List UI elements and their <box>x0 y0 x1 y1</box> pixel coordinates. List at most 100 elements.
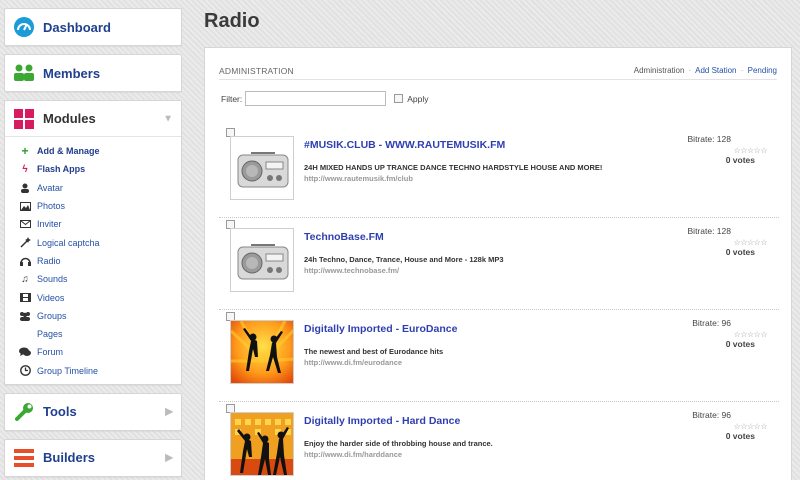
panel-header: ADMINISTRATION Administration · Add Stat… <box>219 62 777 80</box>
sidebar-item-sounds[interactable]: ♫ Sounds <box>5 270 181 288</box>
add-station-link[interactable]: Add Station <box>695 66 736 75</box>
sidebar-item-radio[interactable]: Radio <box>5 252 181 270</box>
builders-label: Builders <box>43 450 96 466</box>
tools-label: Tools <box>43 404 77 420</box>
radio-icon <box>237 244 289 280</box>
station-row: Digitally Imported - EuroDance The newes… <box>219 310 779 402</box>
photo-icon <box>19 200 31 212</box>
modules-label: Modules <box>43 111 96 126</box>
station-name-link[interactable]: TechnoBase.FM <box>304 231 384 243</box>
sidebar-modules: Modules ▼ + Add & Manage ϟ Flash Apps Avat… <box>4 100 182 385</box>
administration-text: Administration <box>633 66 685 75</box>
sidebar-item-groups[interactable]: Groups <box>5 307 181 325</box>
sidebar-item-add-manage[interactable]: + Add & Manage <box>5 142 181 160</box>
sidebar-item-flash-apps[interactable]: ϟ Flash Apps <box>5 160 181 178</box>
separator: · <box>740 66 744 75</box>
administration-label: ADMINISTRATION <box>219 65 294 76</box>
station-url: http://www.di.fm/eurodance <box>304 358 403 367</box>
chevron-right-icon: ▶ <box>165 452 173 464</box>
station-thumbnail[interactable] <box>230 228 294 292</box>
wrench-icon <box>13 401 35 423</box>
station-bitrate: Bitrate: 128 <box>687 226 731 236</box>
station-votes: 0 votes <box>725 339 755 349</box>
sidebar: Dashboard Members Modules ▼ + Add & Manag… <box>4 8 182 480</box>
sidebar-item-logical-captcha[interactable]: Logical captcha <box>5 233 181 251</box>
station-bitrate: Bitrate: 96 <box>692 318 731 328</box>
wand-icon <box>19 237 31 249</box>
sidebar-dashboard[interactable]: Dashboard <box>4 8 182 46</box>
plus-icon: + <box>21 144 29 159</box>
tools-link[interactable]: Tools ▶ <box>5 394 181 430</box>
film-icon <box>19 292 31 304</box>
sidebar-item-forum[interactable]: Forum <box>5 343 181 361</box>
rating-stars[interactable]: ☆☆☆☆☆ <box>734 146 768 155</box>
separator: · <box>688 66 692 75</box>
station-row: #MUSIK.CLUB - WWW.RAUTEMUSIK.FM 24H MIXE… <box>219 126 779 218</box>
sidebar-item-group-timeline[interactable]: Group Timeline <box>5 362 181 380</box>
sidebar-item-avatar[interactable]: Avatar <box>5 179 181 197</box>
station-bitrate: Bitrate: 128 <box>687 134 731 144</box>
station-thumbnail[interactable] <box>230 412 294 476</box>
dancers-image <box>231 321 293 383</box>
flash-icon: ϟ <box>22 163 28 175</box>
dashboard-label: Dashboard <box>43 19 111 35</box>
station-row: TechnoBase.FM 24h Techno, Dance, Trance,… <box>219 218 779 310</box>
station-bitrate: Bitrate: 96 <box>692 410 731 420</box>
station-votes: 0 votes <box>725 431 755 441</box>
station-name-link[interactable]: #MUSIK.CLUB - WWW.RAUTEMUSIK.FM <box>304 139 505 151</box>
station-description: Enjoy the harder side of throbbing house… <box>304 439 493 448</box>
sidebar-item-pages[interactable]: Pages <box>5 325 181 343</box>
builders-link[interactable]: Builders ▶ <box>5 440 181 476</box>
station-votes: 0 votes <box>725 247 755 257</box>
comments-icon <box>19 346 31 358</box>
modules-list: + Add & Manage ϟ Flash Apps Avatar Photos … <box>5 137 181 384</box>
radio-panel: ADMINISTRATION Administration · Add Stat… <box>204 47 792 480</box>
music-icon: ♫ <box>21 273 29 285</box>
station-votes: 0 votes <box>725 155 755 165</box>
sidebar-item-videos[interactable]: Videos <box>5 288 181 306</box>
layers-icon <box>13 447 35 469</box>
members-icon <box>13 62 35 84</box>
radio-icon <box>237 152 289 188</box>
group-icon <box>19 310 31 322</box>
modules-header[interactable]: Modules ▼ <box>5 101 181 137</box>
station-url: http://www.rautemusik.fm/club <box>304 174 413 183</box>
dashboard-link[interactable]: Dashboard <box>5 9 181 45</box>
dashboard-icon <box>13 16 35 38</box>
user-icon <box>19 182 31 194</box>
chevron-down-icon: ▼ <box>163 113 173 124</box>
station-url: http://www.di.fm/harddance <box>304 450 403 459</box>
station-name-link[interactable]: Digitally Imported - EuroDance <box>304 323 457 335</box>
chevron-right-icon: ▶ <box>165 406 173 418</box>
pending-link[interactable]: Pending <box>748 66 777 75</box>
station-name-link[interactable]: Digitally Imported - Hard Dance <box>304 415 460 427</box>
clock-icon <box>19 365 31 377</box>
page-title: Radio <box>204 10 260 32</box>
envelope-icon <box>19 218 31 230</box>
sidebar-item-photos[interactable]: Photos <box>5 197 181 215</box>
apply-label: Apply <box>407 93 429 104</box>
filter-row: Filter: Apply <box>221 91 429 106</box>
headphones-icon <box>19 255 31 267</box>
modules-icon <box>13 108 35 130</box>
top-links: Administration · Add Station · Pending <box>634 66 777 75</box>
station-thumbnail[interactable] <box>230 136 294 200</box>
dancers-image <box>231 413 293 475</box>
rating-stars[interactable]: ☆☆☆☆☆ <box>734 238 768 247</box>
station-thumbnail[interactable] <box>230 320 294 384</box>
members-label: Members <box>43 65 101 81</box>
sidebar-tools[interactable]: Tools ▶ <box>4 392 182 431</box>
sidebar-builders[interactable]: Builders ▶ <box>4 438 182 477</box>
filter-input[interactable] <box>245 91 387 106</box>
station-row: Digitally Imported - Hard Dance Enjoy th… <box>219 402 779 480</box>
rating-stars[interactable]: ☆☆☆☆☆ <box>734 422 768 431</box>
station-description: 24H MIXED HANDS UP TRANCE DANCE TECHNO H… <box>304 163 603 172</box>
sidebar-members[interactable]: Members <box>4 54 182 92</box>
filter-label: Filter: <box>221 93 243 104</box>
sidebar-item-inviter[interactable]: Inviter <box>5 215 181 233</box>
rating-stars[interactable]: ☆☆☆☆☆ <box>734 330 768 339</box>
pages-spacer <box>19 328 31 340</box>
station-description: 24h Techno, Dance, Trance, House and Mor… <box>304 255 504 264</box>
members-link[interactable]: Members <box>5 55 181 91</box>
apply-checkbox[interactable] <box>394 94 404 103</box>
